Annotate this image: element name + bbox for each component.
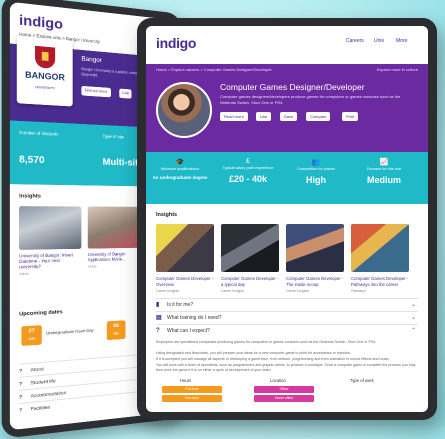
graduation-cap-icon: 🎓	[175, 159, 185, 166]
insight-card[interactable]: Computer Games Developer - Overview Care…	[156, 224, 214, 293]
date-month: JUL	[113, 331, 120, 336]
nav-more[interactable]: More	[396, 38, 407, 44]
insight-card-sub: Career Insights	[221, 289, 244, 293]
stat-value: High	[306, 175, 326, 185]
hours-pill: Part-time	[162, 395, 222, 402]
insight-card-title: Computer Games Developer - Pathways into…	[351, 276, 409, 287]
stat-label: Demand for this role	[366, 167, 402, 171]
career-title: Computer Games Designer/Developer	[220, 82, 365, 92]
back-insight-card[interactable]: University of Bangor: Insert Datetime - …	[19, 206, 82, 277]
nav-unis[interactable]: Unis	[374, 38, 384, 44]
accordion-label: What can I expect?	[167, 328, 210, 334]
stat-qualifications: 🎓 Minimum qualifications An undergraduat…	[146, 158, 214, 180]
stat-value: Medium	[366, 175, 401, 185]
accordion-training[interactable]: ▤ What training do I need? ⌄	[156, 311, 418, 324]
insight-card-image	[156, 224, 214, 272]
back-link-label: Facilities	[30, 404, 51, 412]
accordion-what-to-expect[interactable]: ? What can I expect? ⌃	[156, 324, 418, 337]
question-icon: ?	[156, 328, 160, 334]
back-date-badge[interactable]: 27 JUN	[21, 325, 42, 346]
career-description: Computer games designers/developers prod…	[220, 94, 401, 105]
accordion-is-it-for-me[interactable]: ▮ Is it for me? ⌄	[156, 298, 418, 311]
like-button[interactable]: Like	[256, 112, 272, 121]
stat-demand: 📈 Demand for this role Medium	[350, 158, 418, 185]
insight-card-title: Computer Games Developer - a typical day	[221, 276, 279, 287]
read-more-button[interactable]: Read more	[220, 112, 248, 121]
insight-card-sub: Career Insights	[156, 289, 179, 293]
insight-card-image	[221, 224, 279, 272]
expect-paragraph: Using designated and flowcharts, you wil…	[156, 351, 352, 355]
back-upcoming-title: Upcoming dates	[19, 308, 63, 318]
location-pill: Home office	[254, 395, 314, 402]
back-insights-title: Insights	[19, 193, 41, 200]
back-link-label: Student life	[30, 377, 56, 386]
insight-card[interactable]: Computer Games Developer - The inside sc…	[286, 224, 344, 293]
hours-pill: Full-time	[162, 386, 222, 393]
column-hours: Hours	[180, 378, 192, 383]
back-stat-label: Number of students	[19, 129, 59, 137]
expect-paragraph: If it is accepted you will manage all as…	[156, 357, 390, 361]
back-like-button[interactable]: Like	[119, 88, 132, 99]
stat-label: Typical salary path experience	[222, 166, 274, 170]
save-button[interactable]: Save	[280, 112, 298, 121]
expect-paragraph: You will work with a team of specialists…	[156, 363, 416, 372]
front-breadcrumb[interactable]: Home > Explore careers > Computer Games …	[156, 67, 272, 72]
question-icon: ?	[19, 407, 23, 413]
stats-band: 🎓 Minimum qualifications An undergraduat…	[146, 152, 428, 204]
back-logo[interactable]: indigo	[19, 12, 63, 33]
back-card-sub: Article	[19, 271, 29, 277]
stat-label: Minimum qualifications	[160, 167, 200, 171]
money-icon: £	[246, 158, 250, 165]
print-button[interactable]: Print	[342, 112, 359, 121]
university-sub: UNIVERSITY	[35, 84, 56, 91]
compare-button[interactable]: Compare	[306, 112, 331, 121]
accordion-label: Is it for me?	[167, 302, 194, 308]
back-link-label: About	[30, 366, 44, 373]
front-tablet: indigo Careers Unis More Home > Explore …	[137, 18, 437, 420]
location-pill: Office	[254, 386, 314, 393]
university-crest-icon	[35, 45, 56, 70]
back-date-label: Undergraduate Open Day	[46, 328, 94, 336]
accordion-label: What training do I need?	[167, 315, 222, 321]
expect-paragraph: Employers are specialised companies prod…	[156, 340, 377, 344]
chart-icon: 📈	[379, 159, 389, 166]
university-logo-card: BANGOR UNIVERSITY	[16, 35, 73, 107]
insight-card-image	[351, 224, 409, 272]
back-hero-title: Bangor	[81, 56, 102, 65]
front-screen: indigo Careers Unis More Home > Explore …	[146, 26, 428, 412]
stat-value: £20 - 40k	[228, 174, 268, 184]
stat-label: Competition for places	[297, 167, 335, 171]
date-month: JUN	[28, 336, 36, 342]
insight-card[interactable]: Computer Games Developer - Pathways into…	[351, 224, 409, 293]
insight-card-image	[286, 224, 344, 272]
insight-card-title: Computer Games Developer - The inside sc…	[286, 276, 344, 287]
back-link-label: Accommodation	[30, 389, 67, 399]
back-date-badge[interactable]: 06 JUL	[106, 320, 126, 341]
stat-competition: 👥 Competition for places High	[282, 158, 350, 185]
back-card-image	[19, 206, 82, 250]
back-stat-value: 8,570	[19, 153, 45, 166]
users-icon: 👥	[311, 159, 321, 166]
career-avatar	[156, 82, 212, 138]
back-find-out-button[interactable]: Find out more	[81, 85, 111, 98]
university-name: BANGOR	[25, 69, 65, 83]
insights-title: Insights	[156, 212, 178, 218]
nav-careers[interactable]: Careers	[346, 38, 364, 44]
insight-card-sub: Pathways	[351, 289, 366, 293]
column-location: Location	[270, 378, 286, 383]
insight-card-sub: Career Insights	[286, 289, 309, 293]
front-navbar: indigo Careers Unis More	[146, 26, 428, 64]
front-logo[interactable]: indigo	[156, 35, 196, 51]
explore-more-link[interactable]: Explore more in culture	[377, 67, 418, 72]
back-card-title: University of Bangor: Insert Datetime - …	[19, 252, 73, 270]
column-type-of-work: Type of work	[350, 378, 374, 383]
insight-card-title: Computer Games Developer - Overview	[156, 276, 214, 287]
chevron-up-icon: ⌃	[410, 328, 416, 334]
stat-salary: £ Typical salary path experience £20 - 4…	[214, 158, 282, 184]
stat-value: An undergraduate degree	[152, 175, 208, 180]
career-hero: Home > Explore careers > Computer Games …	[146, 64, 428, 152]
insight-card[interactable]: Computer Games Developer - a typical day…	[221, 224, 279, 293]
